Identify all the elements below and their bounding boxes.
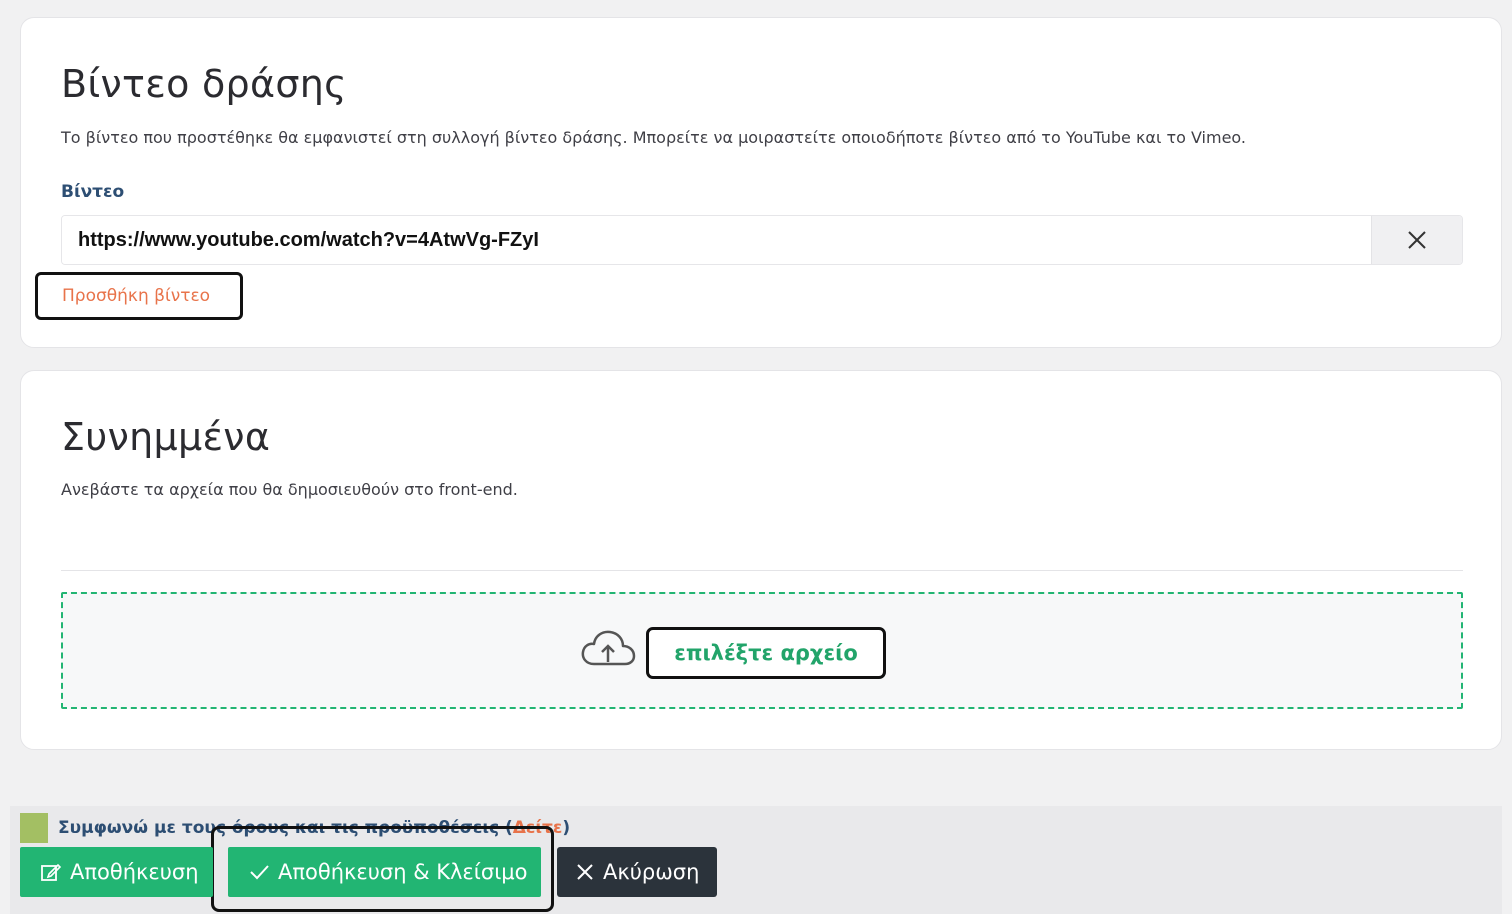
file-dropzone[interactable]: επιλέξτε αρχείο [61, 592, 1463, 709]
edit-icon [41, 863, 62, 881]
divider [61, 570, 1463, 571]
add-video-link[interactable]: Προσθήκη βίντεο [35, 272, 243, 320]
choose-file-button[interactable]: επιλέξτε αρχείο [646, 627, 886, 679]
cloud-upload-icon [581, 630, 636, 666]
close-icon [1408, 231, 1426, 249]
cancel-button[interactable]: Ακύρωση [557, 847, 717, 897]
clear-url-button[interactable] [1371, 216, 1462, 264]
video-section-title: Βίντεο δράσης [61, 62, 347, 106]
attachments-section-description: Ανεβάστε τα αρχεία που θα δημοσιευθούν σ… [61, 480, 518, 499]
save-and-close-button[interactable]: Αποθήκευση & Κλείσιμο [228, 847, 541, 897]
video-section-description: Το βίντεο που προστέθηκε θα εμφανιστεί σ… [61, 128, 1247, 147]
video-card: Βίντεο δράσης Το βίντεο που προστέθηκε θ… [20, 17, 1502, 348]
save-and-close-label: Αποθήκευση & Κλείσιμο [278, 860, 528, 884]
close-icon [577, 864, 593, 880]
attachments-section-title: Συνημμένα [61, 415, 271, 459]
video-field-label: Βίντεο [61, 182, 125, 202]
check-icon [250, 865, 269, 880]
save-button-label: Αποθήκευση [70, 860, 199, 884]
terms-close-paren: ) [562, 818, 571, 838]
video-url-input[interactable] [62, 216, 1371, 264]
attachments-card: Συνημμένα Ανεβάστε τα αρχεία που θα δημο… [20, 370, 1502, 750]
video-url-group [61, 215, 1463, 265]
cancel-button-label: Ακύρωση [603, 860, 700, 884]
terms-checkbox[interactable] [20, 813, 48, 843]
save-button[interactable]: Αποθήκευση [20, 847, 213, 897]
